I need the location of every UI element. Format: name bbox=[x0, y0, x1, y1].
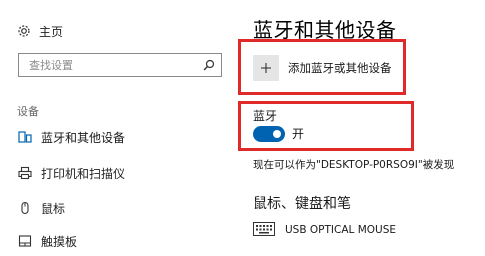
sidebar-item-touchpad[interactable]: 触摸板 bbox=[17, 232, 77, 250]
nav-home[interactable]: 主页 bbox=[17, 22, 63, 40]
gear-icon bbox=[17, 24, 31, 38]
bluetooth-devices-icon bbox=[17, 130, 33, 144]
sidebar-item-bluetooth[interactable]: 蓝牙和其他设备 bbox=[17, 128, 125, 146]
touchpad-icon bbox=[17, 234, 33, 248]
sidebar-item-label: 触摸板 bbox=[41, 234, 78, 249]
search-icon[interactable] bbox=[203, 59, 215, 71]
search-placeholder: 查找设置 bbox=[29, 59, 73, 72]
sidebar-item-mouse[interactable]: 鼠标 bbox=[17, 199, 65, 217]
discoverable-text: 现在可以作为"DESKTOP-P0RSO9I"被发现 bbox=[253, 159, 455, 171]
keyboard-icon bbox=[253, 222, 277, 238]
search-input[interactable]: 查找设置 bbox=[18, 53, 222, 77]
sidebar-item-label: 打印机和扫描仪 bbox=[41, 166, 126, 181]
sidebar-item-printers[interactable]: 打印机和扫描仪 bbox=[17, 164, 125, 182]
highlight-bluetooth-toggle bbox=[238, 101, 414, 151]
mouse-icon bbox=[17, 201, 33, 215]
section-heading: 鼠标、键盘和笔 bbox=[253, 196, 351, 212]
highlight-add-device bbox=[238, 39, 406, 95]
device-label: USB OPTICAL MOUSE bbox=[285, 224, 397, 236]
device-item[interactable]: USB OPTICAL MOUSE bbox=[253, 222, 396, 238]
sidebar-item-label: 蓝牙和其他设备 bbox=[41, 130, 126, 145]
nav-section-label: 设备 bbox=[17, 105, 39, 118]
nav-home-label: 主页 bbox=[39, 24, 64, 39]
printer-icon bbox=[17, 166, 33, 180]
sidebar-item-label: 鼠标 bbox=[41, 201, 66, 216]
